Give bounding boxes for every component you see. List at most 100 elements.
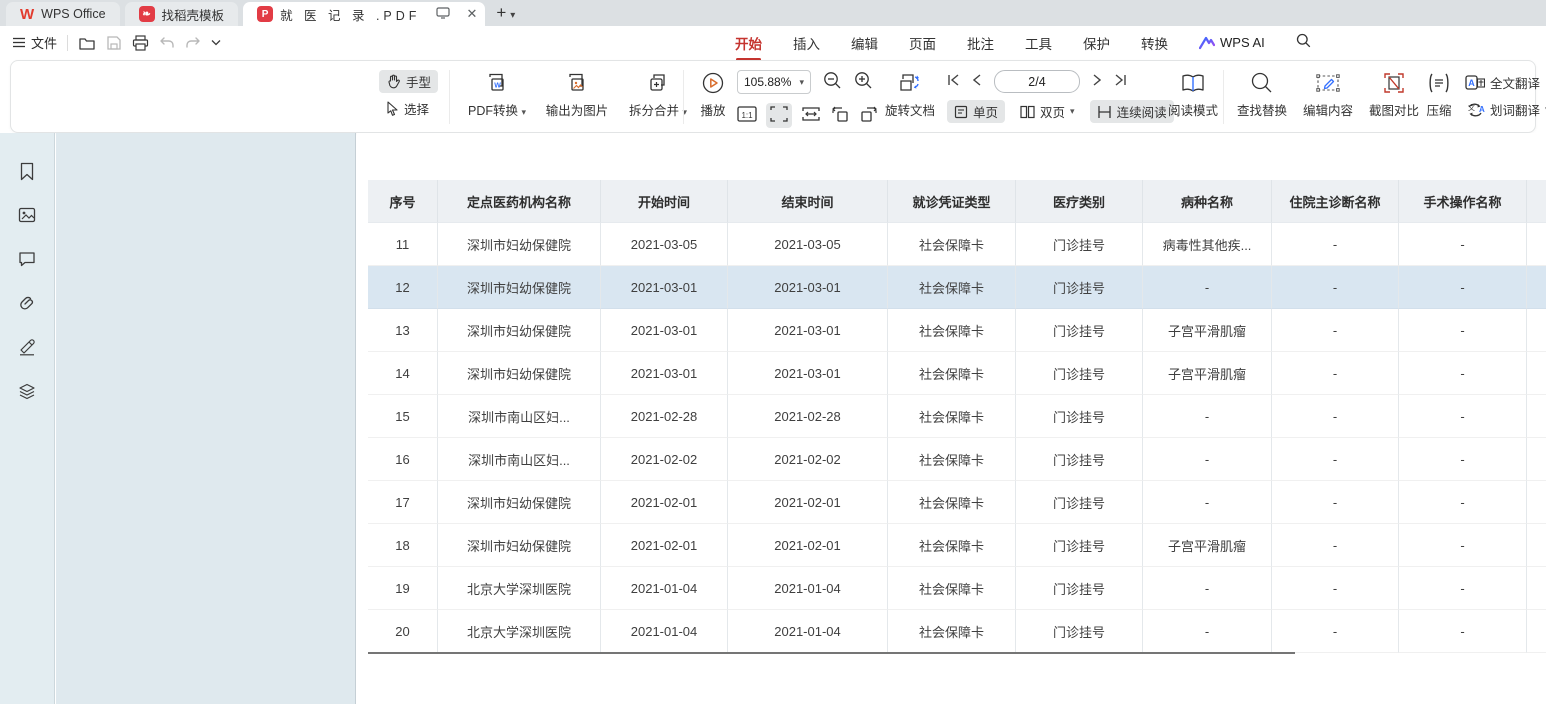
pdf-convert-button[interactable]: W PDF转换 ▾ — [459, 71, 535, 119]
rotate-document-button[interactable]: 旋转文档 — [877, 71, 943, 119]
tab-docer-templates[interactable]: ❧ 找稻壳模板 — [125, 2, 239, 26]
new-tab-button[interactable]: + — [496, 3, 506, 23]
export-image-button[interactable]: 输出为图片 — [537, 71, 617, 119]
undo-icon[interactable] — [159, 36, 175, 50]
search-icon[interactable] — [1296, 33, 1311, 53]
edit-content-button[interactable]: 编辑内容 — [1295, 71, 1361, 119]
select-tool-button[interactable]: 选择 — [379, 97, 438, 120]
menu-item-tools[interactable]: 工具 — [1025, 33, 1052, 53]
split-merge-button[interactable]: 拆分合并 ▾ — [619, 71, 697, 119]
layers-icon[interactable] — [15, 379, 39, 403]
thumbnail-icon[interactable] — [15, 203, 39, 227]
table-cell: - — [1399, 266, 1527, 309]
table-cell: 深圳市妇幼保健院 — [438, 309, 601, 352]
screenshot-compare-button[interactable]: 截图对比 — [1361, 71, 1427, 119]
hand-tool-button[interactable]: 手型 — [379, 70, 438, 93]
menu-item-annotate[interactable]: 批注 — [967, 33, 994, 53]
table-cell: - — [1272, 610, 1399, 653]
attachment-icon[interactable] — [15, 291, 39, 315]
column-header: 医疗类别 — [1016, 180, 1143, 223]
rotate-left-icon[interactable] — [830, 105, 850, 126]
table-cell — [1527, 309, 1546, 352]
table-cell: 2021-02-01 — [601, 524, 728, 567]
chevron-down-icon: ▾ — [1070, 106, 1075, 117]
table-row[interactable]: 17深圳市妇幼保健院2021-02-012021-02-01社会保障卡门诊挂号-… — [368, 481, 1546, 524]
print-icon[interactable] — [132, 35, 149, 51]
find-replace-button[interactable]: 查找替换 — [1229, 71, 1295, 119]
column-header: 定点医药机构名称 — [438, 180, 601, 223]
table-cell — [1527, 567, 1546, 610]
read-mode-button[interactable]: 阅读模式 — [1163, 71, 1223, 119]
table-cell: 社会保障卡 — [888, 395, 1016, 438]
rotate-right-icon[interactable] — [859, 105, 879, 126]
wps-ai-icon — [1199, 36, 1215, 50]
menu-item-edit[interactable]: 编辑 — [851, 33, 878, 53]
word-translate-button[interactable]: A文 划词翻译 ▾ — [1463, 99, 1546, 120]
table-row[interactable]: 20北京大学深圳医院2021-01-042021-01-04社会保障卡门诊挂号-… — [368, 610, 1546, 653]
table-row[interactable]: 18深圳市妇幼保健院2021-02-012021-02-01社会保障卡门诊挂号子… — [368, 524, 1546, 567]
tab-document[interactable]: P 就 医 记 录 .PDF ✕ — [243, 2, 485, 26]
fit-width-icon[interactable] — [801, 106, 821, 125]
actual-size-icon[interactable]: 1:1 — [737, 105, 757, 126]
quick-access-chevron-icon[interactable] — [211, 39, 221, 46]
divider — [449, 70, 450, 124]
table-row[interactable]: 12深圳市妇幼保健院2021-03-012021-03-01社会保障卡门诊挂号-… — [368, 266, 1546, 309]
table-cell: 2021-01-04 — [728, 610, 888, 653]
table-row[interactable]: 11深圳市妇幼保健院2021-03-052021-03-05社会保障卡门诊挂号病… — [368, 223, 1546, 266]
save-icon[interactable] — [106, 35, 122, 51]
open-file-icon[interactable] — [78, 35, 96, 51]
table-cell: 16 — [368, 438, 438, 481]
continuous-read-button[interactable]: 连续阅读 — [1090, 100, 1174, 123]
fit-page-icon[interactable] — [766, 103, 792, 128]
tab-list-chevron-icon[interactable]: ▾ — [510, 10, 515, 21]
table-row[interactable]: 19北京大学深圳医院2021-01-042021-01-04社会保障卡门诊挂号-… — [368, 567, 1546, 610]
table-row[interactable]: 16深圳市南山区妇...2021-02-022021-02-02社会保障卡门诊挂… — [368, 438, 1546, 481]
play-button[interactable]: 播放 — [689, 71, 737, 119]
compress-button[interactable]: 压缩 — [1419, 71, 1459, 119]
menu-item-insert[interactable]: 插入 — [793, 33, 820, 53]
table-cell: 2021-03-05 — [728, 223, 888, 266]
table-cell: 2021-01-04 — [601, 610, 728, 653]
bookmark-icon[interactable] — [15, 159, 39, 183]
signature-pen-icon[interactable] — [15, 335, 39, 359]
table-cell: 门诊挂号 — [1016, 352, 1143, 395]
full-translate-icon: A — [1465, 74, 1485, 91]
read-mode-icon — [1180, 71, 1206, 95]
menu-item-page[interactable]: 页面 — [909, 33, 936, 53]
document-page[interactable]: 序号定点医药机构名称开始时间结束时间就诊凭证类型医疗类别病种名称住院主诊断名称手… — [357, 133, 1546, 704]
table-cell: 2021-03-05 — [601, 223, 728, 266]
table-cell: 深圳市妇幼保健院 — [438, 352, 601, 395]
navigation-panel[interactable] — [56, 133, 356, 704]
file-menu-button[interactable]: 文件 — [12, 33, 57, 52]
menu-item-convert[interactable]: 转换 — [1141, 33, 1168, 53]
tab-wps-office[interactable]: W WPS Office — [6, 2, 120, 26]
first-page-icon[interactable] — [947, 74, 960, 89]
table-cell: 20 — [368, 610, 438, 653]
table-cell: 门诊挂号 — [1016, 438, 1143, 481]
table-cell — [1527, 438, 1546, 481]
full-translate-button[interactable]: A 全文翻译 — [1463, 72, 1546, 93]
table-cell: 深圳市南山区妇... — [438, 438, 601, 481]
table-row[interactable]: 14深圳市妇幼保健院2021-03-012021-03-01社会保障卡门诊挂号子… — [368, 352, 1546, 395]
zoom-in-icon[interactable] — [854, 71, 873, 93]
last-page-icon[interactable] — [1114, 74, 1127, 89]
table-row[interactable]: 15深圳市南山区妇...2021-02-282021-02-28社会保障卡门诊挂… — [368, 395, 1546, 438]
table-cell: 门诊挂号 — [1016, 524, 1143, 567]
zoom-level-select[interactable]: 105.88% ▾ — [737, 70, 811, 94]
single-page-button[interactable]: 单页 — [947, 100, 1005, 123]
double-page-button[interactable]: 双页 ▾ — [1013, 100, 1082, 123]
close-tab-icon[interactable]: ✕ — [466, 6, 477, 22]
comment-icon[interactable] — [15, 247, 39, 271]
menu-item-home[interactable]: 开始 — [735, 33, 762, 53]
next-page-icon[interactable] — [1093, 74, 1101, 89]
zoom-out-icon[interactable] — [823, 71, 842, 93]
table-row[interactable]: 13深圳市妇幼保健院2021-03-012021-03-01社会保障卡门诊挂号子… — [368, 309, 1546, 352]
table-cell — [1527, 610, 1546, 653]
prev-page-icon[interactable] — [973, 74, 981, 89]
page-number-input[interactable]: 2/4 — [994, 70, 1080, 93]
menu-item-protect[interactable]: 保护 — [1083, 33, 1110, 53]
wps-ai-button[interactable]: WPS AI — [1199, 35, 1265, 50]
column-header — [1527, 180, 1546, 223]
redo-icon[interactable] — [185, 36, 201, 50]
monitor-icon[interactable] — [436, 7, 450, 22]
